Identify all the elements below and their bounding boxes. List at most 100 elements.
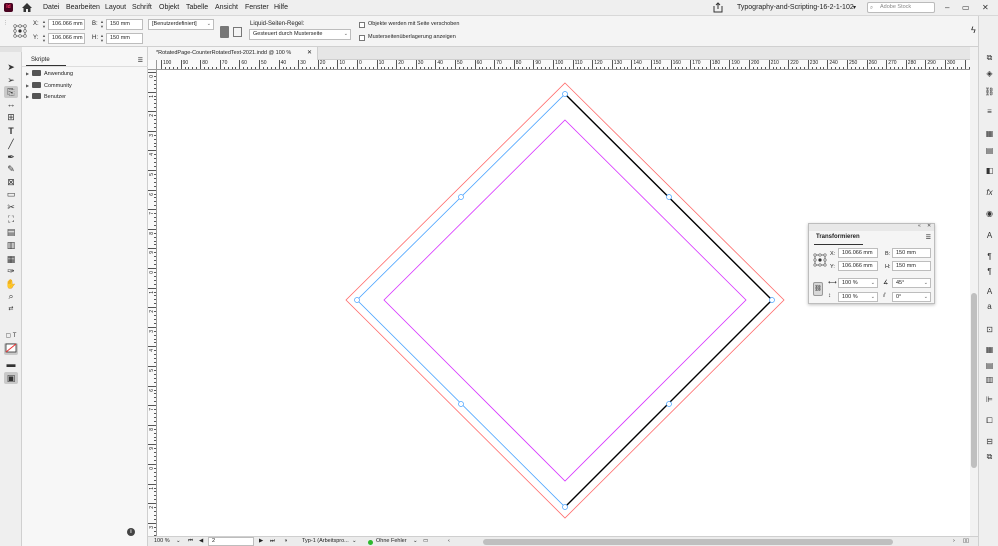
free-transform-tool-icon[interactable]: ⛶	[4, 213, 18, 225]
layers-panel-icon[interactable]: ◈	[984, 69, 995, 79]
type-tool-icon[interactable]: T	[4, 125, 18, 137]
ruler-origin[interactable]	[148, 60, 157, 70]
pages-panel-icon[interactable]: ⧉	[984, 53, 995, 63]
chevron-down-icon[interactable]: ⌄	[352, 538, 357, 544]
document-tab[interactable]: *RotatedPage-CounterRotatedText-2021.ind…	[148, 47, 318, 60]
x-stepper[interactable]: ▲ ▼	[41, 19, 47, 30]
reference-point-icon[interactable]	[12, 23, 28, 39]
preflight-profile[interactable]: Typ-1 (Arbeitspro...	[302, 538, 349, 544]
first-page-icon[interactable]: ⏮	[188, 538, 193, 545]
menu-ansicht[interactable]: Ansicht	[215, 4, 238, 11]
preflight-status[interactable]: Ohne Fehler	[376, 538, 407, 544]
gap-tool-icon[interactable]: ↔	[4, 98, 18, 110]
width-stepper[interactable]: ▲ ▼	[99, 19, 105, 30]
folder-community[interactable]: ▶ Community	[26, 81, 72, 91]
scripts-tab[interactable]: Skripte	[26, 55, 66, 66]
panel-menu-icon[interactable]: ☰	[138, 57, 143, 64]
character-styles-panel-icon[interactable]: A	[984, 231, 995, 241]
scale-x-dropdown[interactable]: 100 % ⌄	[838, 278, 878, 288]
swap-fill-stroke-icon[interactable]: ⇄	[4, 303, 18, 315]
lightning-icon[interactable]: ϟ	[971, 25, 976, 35]
zoom-tool-icon[interactable]: ⌕	[4, 290, 18, 302]
transform-x-field[interactable]: 106.066 mm	[838, 248, 878, 258]
shear-dropdown[interactable]: 0° ⌄	[892, 292, 931, 302]
previous-page-icon[interactable]: ◀	[199, 538, 203, 544]
fill-stroke-none-icon[interactable]	[4, 343, 18, 355]
info-icon[interactable]: i	[127, 528, 135, 536]
close-panel-icon[interactable]: ✕	[927, 223, 931, 229]
text-frame-outline[interactable]	[356, 93, 773, 508]
table-styles-panel-icon[interactable]: ▤	[984, 361, 995, 371]
panel-menu-icon[interactable]: ☰	[926, 234, 931, 241]
tools-panel-grip[interactable]	[0, 47, 22, 52]
paragraph-styles-panel-icon[interactable]: ¶	[984, 267, 995, 277]
share-icon[interactable]	[713, 2, 723, 13]
gradient-panel-icon[interactable]: ◧	[984, 166, 995, 176]
liquid-rule-dropdown[interactable]: Gesteuert durch Musterseite ⌄	[249, 29, 351, 40]
line-tool-icon[interactable]: ╱	[4, 138, 18, 150]
page-number-field[interactable]: 2	[208, 537, 254, 546]
page-size-dropdown[interactable]: [Benutzerdefiniert] ⌄	[148, 19, 214, 30]
hyperlinks-panel-icon[interactable]: ⧉	[984, 452, 995, 462]
x-position-field[interactable]: 106.066 mm	[48, 19, 85, 30]
home-icon[interactable]	[21, 2, 33, 13]
last-page-icon[interactable]: ⏭	[270, 538, 275, 545]
frame-handles[interactable]	[354, 91, 775, 510]
rectangle-tool-icon[interactable]: ▭	[4, 188, 18, 200]
folder-anwendung[interactable]: ▶ Anwendung	[26, 69, 73, 79]
page-tool-icon[interactable]: ⎘	[4, 86, 18, 98]
menu-fenster[interactable]: Fenster	[245, 4, 269, 11]
note-tool-icon[interactable]: ▦	[4, 253, 18, 265]
character-panel-icon[interactable]: A	[984, 287, 995, 297]
y-position-field[interactable]: 106.066 mm	[48, 33, 85, 44]
scissors-tool-icon[interactable]: ✂	[4, 201, 18, 213]
object-styles-panel-icon[interactable]: ◉	[984, 209, 995, 219]
constrain-proportions-icon[interactable]: ⛓	[813, 282, 823, 296]
selection-tool-icon[interactable]: ➤	[4, 61, 18, 73]
swatches-panel-icon[interactable]: ▦	[984, 129, 995, 139]
transform-width-field[interactable]: 150 mm	[892, 248, 931, 258]
paragraph-panel-icon[interactable]: ¶	[984, 252, 995, 262]
open-page-icon[interactable]: ◑	[284, 538, 287, 544]
hand-tool-icon[interactable]: ✋	[4, 278, 18, 290]
scroll-right-icon[interactable]: ›	[953, 538, 955, 544]
glyphs-panel-icon[interactable]: a	[984, 302, 995, 312]
formatting-affects-icon[interactable]: ▢ T	[4, 330, 18, 342]
chevron-down-icon[interactable]: ⌄	[413, 538, 418, 544]
gradient-swatch-tool-icon[interactable]: ▤	[4, 226, 18, 238]
menu-tabelle[interactable]: Tabelle	[186, 4, 208, 11]
vertical-scrollbar[interactable]	[970, 60, 978, 536]
chevron-down-icon[interactable]: ⌄	[176, 538, 181, 544]
height-stepper[interactable]: ▲ ▼	[99, 33, 105, 44]
direct-selection-tool-icon[interactable]: ➢	[4, 74, 18, 86]
rectangle-frame-tool-icon[interactable]: ⊠	[4, 176, 18, 188]
menu-layout[interactable]: Layout	[105, 4, 126, 11]
chevron-down-icon[interactable]: ▾	[853, 4, 856, 11]
scale-y-dropdown[interactable]: 100 % ⌄	[838, 292, 878, 302]
collapse-icon[interactable]: «	[918, 223, 921, 229]
table-panel-icon[interactable]: ▦	[984, 345, 995, 355]
vertical-ruler[interactable]: 0 1 2 3 4 5 6 7 8 9 0 1 2 3 4 5 6 7 8 9 0 1 2 3	[148, 70, 157, 536]
folder-benutzer[interactable]: ▶ Benutzer	[26, 92, 66, 102]
menu-hilfe[interactable]: Hilfe	[274, 4, 288, 11]
maximize-icon[interactable]: ▭	[962, 3, 970, 12]
menu-datei[interactable]: Datei	[43, 4, 59, 11]
pencil-tool-icon[interactable]: ✎	[4, 163, 18, 175]
adobe-stock-search[interactable]: ⌕ Adobe Stock	[867, 2, 935, 13]
height-field[interactable]: 150 mm	[106, 33, 143, 44]
apply-color-icon[interactable]: ▬	[4, 358, 18, 370]
close-tab-icon[interactable]: ✕	[307, 47, 312, 60]
vertical-scrollbar-thumb[interactable]	[971, 293, 977, 468]
cell-styles-panel-icon[interactable]: ▥	[984, 375, 995, 385]
landscape-orientation-button[interactable]	[233, 27, 242, 37]
pen-tool-icon[interactable]: ✒	[4, 151, 18, 163]
next-page-icon[interactable]: ▶	[259, 538, 263, 544]
master-overlay-checkbox[interactable]	[359, 35, 365, 41]
links-panel-icon[interactable]: ⛓	[984, 87, 995, 97]
content-collector-tool-icon[interactable]: ⊞	[4, 111, 18, 123]
y-stepper[interactable]: ▲ ▼	[41, 33, 47, 44]
zoom-level[interactable]: 100 %	[154, 538, 170, 544]
rotation-dropdown[interactable]: 45° ⌄	[892, 278, 931, 288]
color-panel-icon[interactable]: ▤	[984, 146, 995, 156]
scroll-left-icon[interactable]: ‹	[448, 538, 450, 544]
